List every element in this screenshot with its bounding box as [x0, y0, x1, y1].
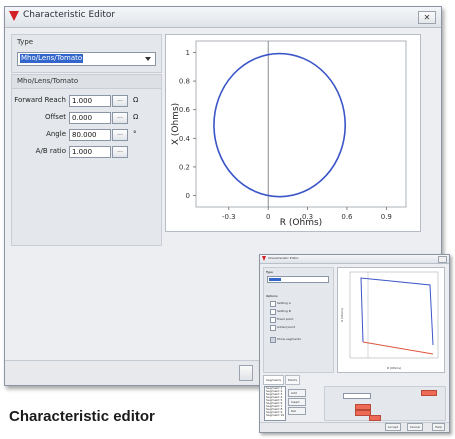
inset-tab-segments: Segments	[263, 375, 285, 385]
type-group-label: Type	[17, 38, 34, 46]
forward-reach-input[interactable]: 1.000	[69, 95, 111, 107]
ok-button[interactable]	[239, 365, 253, 381]
mho-characteristic-circle	[213, 52, 347, 198]
inset-options-label: Options	[266, 294, 278, 298]
inset-help-button: Help	[432, 423, 445, 431]
figure-caption: Characteristic editor	[9, 408, 155, 425]
inset-add-button: Add	[288, 389, 306, 397]
inset-checkbox-label: Added point	[277, 325, 296, 329]
param-label: A/B ratio	[35, 147, 66, 155]
inset-checkbox-label: Show segments	[277, 337, 301, 341]
inset-type-selection	[269, 278, 281, 281]
angle-browse-button[interactable]: ...	[112, 129, 128, 141]
param-unit: Ω	[133, 96, 139, 104]
inset-checkbox-label: Setting B	[277, 309, 291, 313]
param-label: Angle	[46, 130, 66, 138]
angle-input[interactable]: 80.000	[69, 129, 111, 141]
x-tick-label: 0.6	[341, 213, 353, 221]
inset-x-axis-label: R (Ohms)	[387, 366, 401, 370]
inset-segment-list: Segment 1 Segment 2 Segment 3 Segment 4 …	[264, 386, 286, 421]
y-tick-label: 0	[186, 192, 190, 200]
ab-ratio-browse-button[interactable]: ...	[112, 146, 128, 158]
inset-accept-button: Accept	[384, 423, 401, 431]
x-tick-label: 0	[266, 213, 270, 221]
inset-checkbox-label: Fixed point	[277, 317, 294, 321]
inset-footer: Accept Cancel Help	[260, 422, 449, 432]
y-axis-label: X (Ohms)	[171, 103, 181, 145]
x-tick-label: -0.3	[222, 213, 236, 221]
inset-red-edge	[362, 341, 434, 355]
inset-checkbox	[270, 325, 276, 331]
inset-checkbox-checked	[270, 337, 276, 343]
x-tick-label: 0.9	[381, 213, 392, 221]
forward-reach-browse-button[interactable]: ...	[112, 95, 128, 107]
inset-red-field	[421, 390, 437, 396]
param-row-offset: Offset 0.000 ... Ω	[12, 112, 161, 124]
inset-segment-properties	[324, 386, 446, 421]
plot-canvas: -0.3 0 0.3 0.6 0.900.20.40.60.81R (Ohms)X (O…	[171, 40, 407, 228]
inset-blue-edge	[360, 277, 434, 346]
inset-plot: R (Ohms) X (Ohms)	[337, 267, 445, 373]
param-row-ab-ratio: A/B ratio 1.000 ...	[12, 146, 161, 158]
inset-checkbox	[270, 309, 276, 315]
inset-red-field	[369, 415, 381, 421]
param-row-forward-reach: Forward Reach 1.000 ... Ω	[12, 95, 161, 107]
param-label: Forward Reach	[14, 96, 66, 104]
close-button[interactable]: ✕	[418, 11, 436, 24]
inset-title-bar: Characteristic Editor	[260, 255, 449, 264]
type-group: Type Mho/Lens/Tomato	[11, 34, 162, 73]
param-unit: °	[133, 130, 137, 138]
inset-y-axis-label: X (Ohms)	[340, 308, 344, 322]
inset-checkbox-label: Setting A	[277, 301, 291, 305]
app-logo-icon	[9, 11, 19, 21]
parameters-group-label: Mho/Lens/Tomato	[17, 77, 79, 85]
inset-tab-bar: Segments Points	[263, 375, 443, 385]
inset-title: Characteristic Editor	[268, 256, 299, 260]
title-bar[interactable]: Characteristic Editor ✕	[5, 7, 441, 28]
param-row-angle: Angle 80.000 ... °	[12, 129, 161, 141]
inset-close-icon	[438, 256, 447, 263]
inset-dropdown	[343, 393, 371, 399]
offset-browse-button[interactable]: ...	[112, 112, 128, 124]
x-axis-label: R (Ohms)	[280, 218, 322, 228]
inset-tab-points: Points	[285, 375, 301, 385]
inset-app-logo-icon	[262, 256, 266, 261]
inset-editor-screenshot: Characteristic Editor Type Options Setti…	[259, 254, 450, 433]
characteristic-plot[interactable]: -0.3 0 0.3 0.6 0.9 0 0.2 0.4 0.6 0.8 1 R (Ohms) X (O…	[165, 34, 421, 232]
ab-ratio-input[interactable]: 1.000	[69, 146, 111, 158]
inset-insert-button: Insert	[288, 398, 306, 406]
inset-type-dropdown	[267, 276, 329, 283]
inset-settings-pane: Type Options Setting A Setting B Fixed p…	[263, 267, 334, 373]
y-tick-label: 0.8	[179, 78, 190, 86]
y-tick-label: 0.2	[179, 163, 190, 171]
inset-cancel-button: Cancel	[406, 423, 423, 431]
inset-list-item: Segment 10	[266, 413, 285, 417]
inset-checkbox	[270, 301, 276, 307]
settings-pane: Type Mho/Lens/Tomato Mho/Lens/Tomato For…	[11, 34, 162, 246]
type-dropdown[interactable]: Mho/Lens/Tomato	[17, 52, 156, 66]
inset-checkbox	[270, 317, 276, 323]
parameters-group: Mho/Lens/Tomato Forward Reach 1.000 ... …	[11, 74, 162, 246]
inset-plot-canvas: R (Ohms) X (Ohms)	[340, 271, 439, 370]
parameters-group-header: Mho/Lens/Tomato	[12, 75, 161, 89]
window-title: Characteristic Editor	[23, 10, 116, 20]
chevron-down-icon[interactable]	[145, 57, 151, 61]
inset-type-label: Type	[266, 270, 273, 274]
param-unit: Ω	[133, 113, 139, 121]
inset-delete-button: Del	[288, 407, 306, 415]
y-tick-label: 1	[186, 49, 190, 57]
type-dropdown-value: Mho/Lens/Tomato	[20, 54, 84, 63]
plot-frame	[195, 40, 407, 208]
param-label: Offset	[44, 113, 66, 121]
offset-input[interactable]: 0.000	[69, 112, 111, 124]
